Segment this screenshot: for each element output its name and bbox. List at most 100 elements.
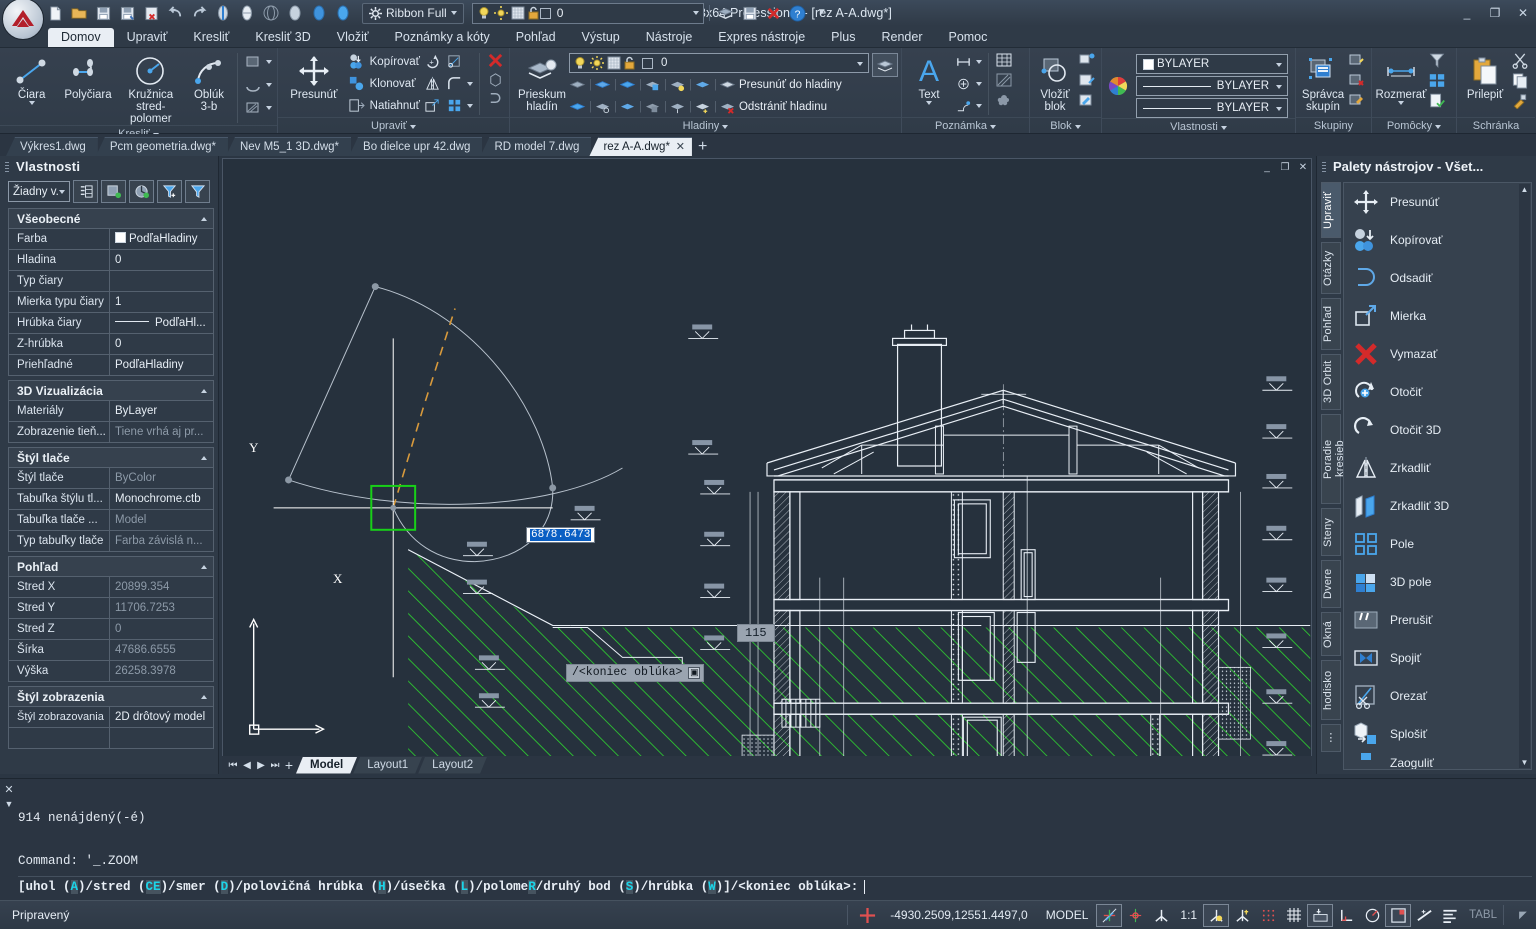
document-tab-4[interactable]: RD model 7.dwg xyxy=(480,137,591,156)
palette-tab-pohlad[interactable]: Pohľad xyxy=(1321,298,1341,350)
command-input[interactable]: [uhol (A)/stred (CE)/smer (D)/polovičná … xyxy=(18,876,1532,896)
chevron-down-icon[interactable] xyxy=(467,82,473,86)
dimension-icon[interactable] xyxy=(954,53,972,71)
property-group-header[interactable]: Štýl tlače xyxy=(8,447,214,468)
palette-item-mirror3d[interactable]: Zrkadliť 3D xyxy=(1344,487,1531,525)
panel-title-layers[interactable]: Hladiny xyxy=(510,117,901,133)
chevron-up-icon[interactable] xyxy=(201,217,207,221)
prompt-expand-key-icon[interactable]: ▣ xyxy=(688,667,700,679)
ribbon-tab-upravit[interactable]: Upraviť xyxy=(114,28,181,47)
group-manager-button[interactable]: Správca skupín xyxy=(1301,51,1345,113)
ribbon-tab-expres[interactable]: Expres nástroje xyxy=(705,28,818,47)
status-overflow-icon[interactable]: ◤ xyxy=(1510,904,1536,927)
palette-tab-dvere[interactable]: Dvere xyxy=(1321,560,1341,608)
tab-layout2[interactable]: Layout2 xyxy=(418,757,487,774)
minimize-button[interactable]: _ xyxy=(1460,6,1474,20)
ribbon-tab-domov[interactable]: Domov xyxy=(48,28,114,47)
chevron-down-icon[interactable] xyxy=(976,104,982,108)
new-document-button[interactable]: + xyxy=(698,137,707,156)
arc-button[interactable]: Oblúk 3-b xyxy=(187,51,231,113)
chevron-down-icon[interactable] xyxy=(1398,101,1404,105)
chevron-up-icon[interactable] xyxy=(201,565,207,569)
layer-merge-icon[interactable] xyxy=(644,98,662,116)
chevron-down-icon[interactable] xyxy=(29,101,35,105)
ribbon-tab-poznamky[interactable]: Poznámky a kóty xyxy=(382,28,503,47)
match-properties-icon[interactable] xyxy=(1511,91,1529,109)
filter-icon[interactable] xyxy=(185,180,210,203)
palette-item-scale[interactable]: Mierka xyxy=(1344,297,1531,335)
palette-item-copy[interactable]: Kopírovať xyxy=(1344,221,1531,259)
otrack-icon[interactable] xyxy=(1203,904,1229,927)
prev-layout-button[interactable]: ◀ xyxy=(240,760,254,771)
leader-icon[interactable] xyxy=(954,97,972,115)
move-button[interactable]: Presunúť xyxy=(283,51,345,101)
edit-block-icon[interactable] xyxy=(1078,71,1096,89)
chevron-down-icon[interactable] xyxy=(266,60,272,64)
palette-tab-poradie-kresieb[interactable]: Poradie kresieb xyxy=(1321,414,1341,504)
panel-title-utilities[interactable]: Pomôcky xyxy=(1372,117,1456,133)
panel-title-annotation[interactable]: Poznámka xyxy=(902,117,1029,133)
palette-tab-okna[interactable]: Okná xyxy=(1321,612,1341,656)
ortho-icon[interactable] xyxy=(1333,904,1359,927)
palette-item-array3d[interactable]: 3D pole xyxy=(1344,563,1531,601)
palette-tab-overflow[interactable]: ⋮ xyxy=(1321,724,1341,752)
close-button[interactable]: ✕ xyxy=(1516,6,1530,20)
document-tab-3[interactable]: Bo dielce upr 42.dwg xyxy=(349,137,482,156)
ribbon-tab-kreslit-3d[interactable]: Kresliť 3D xyxy=(242,28,323,47)
open-icon[interactable] xyxy=(68,3,90,23)
chevron-down-icon[interactable] xyxy=(451,11,457,15)
chevron-up-icon[interactable] xyxy=(201,456,207,460)
delete-icon[interactable] xyxy=(763,3,785,23)
linetype-combo[interactable]: BYLAYER xyxy=(1136,76,1288,96)
layer-freeze-icon[interactable] xyxy=(619,76,637,94)
palette-tab-steny[interactable]: Steny xyxy=(1321,508,1341,556)
dock-grip[interactable] xyxy=(5,162,9,173)
palette-item-fillet[interactable]: Zaoguliť xyxy=(1344,753,1531,770)
text-button[interactable]: A Text xyxy=(907,51,951,105)
scroll-down-icon[interactable]: ▼ xyxy=(1519,757,1530,768)
grid-utility-icon[interactable] xyxy=(1428,71,1446,89)
close-drawing-icon[interactable] xyxy=(140,3,162,23)
render-view-3-icon[interactable] xyxy=(260,3,282,23)
chevron-up-icon[interactable] xyxy=(201,389,207,393)
chevron-down-icon[interactable] xyxy=(926,101,932,105)
palette-item-mirror[interactable]: Zrkadliť xyxy=(1344,449,1531,487)
chevron-down-icon[interactable] xyxy=(693,11,699,15)
panel-title-modify[interactable]: Upraviť xyxy=(278,117,509,133)
command-expand-icon[interactable]: ▼ xyxy=(3,799,15,809)
drawing-canvas-container[interactable]: _ ❐ ✕ xyxy=(222,158,1312,772)
command-close-icon[interactable]: ✕ xyxy=(3,783,15,796)
layer-explore-button[interactable]: Prieskum hladín xyxy=(518,51,566,113)
property-group-header[interactable]: Pohľad xyxy=(8,556,214,577)
coordinate-display[interactable]: -4930.2509,12551.4497,0 xyxy=(880,908,1037,922)
chevron-down-icon[interactable] xyxy=(976,82,982,86)
palette-item-array[interactable]: Pole xyxy=(1344,525,1531,563)
document-tab-1[interactable]: Pcm geometria.dwg* xyxy=(96,137,228,156)
chevron-down-icon[interactable] xyxy=(467,104,473,108)
plot-icon[interactable] xyxy=(739,3,761,23)
palette-tab-hodisko[interactable]: hodisko xyxy=(1321,660,1341,720)
architectural-section-drawing[interactable] xyxy=(223,159,1311,771)
revcloud-icon[interactable] xyxy=(995,91,1013,109)
ribbon-tab-pomoc[interactable]: Pomoc xyxy=(935,28,1000,47)
new-icon[interactable] xyxy=(44,3,66,23)
stretch-button[interactable]: Natiahnuť xyxy=(348,95,420,116)
layer-lock-icon[interactable] xyxy=(644,76,662,94)
panel-title-clipboard[interactable]: Schránka xyxy=(1457,117,1535,133)
layer-combo[interactable]: 0 xyxy=(569,53,869,73)
redo-icon[interactable] xyxy=(188,3,210,23)
move-to-layer-icon[interactable] xyxy=(719,76,737,94)
selection-filter-combo[interactable]: Žiadny v. xyxy=(8,181,70,202)
hatch-icon[interactable] xyxy=(244,99,262,117)
chevron-down-icon[interactable] xyxy=(266,106,272,110)
quick-select-tree-icon[interactable] xyxy=(73,180,98,203)
property-group-header[interactable]: 3D Vizualizácia xyxy=(8,380,214,401)
hatch-annot-icon[interactable] xyxy=(995,71,1013,89)
save-as-icon[interactable] xyxy=(116,3,138,23)
help-icon[interactable]: ? xyxy=(787,3,809,23)
palette-item-erase[interactable]: Vymazať xyxy=(1344,335,1531,373)
ribbon-tab-plus[interactable]: Plus xyxy=(818,28,868,47)
palette-item-trim[interactable]: Orezať xyxy=(1344,677,1531,715)
chevron-down-icon[interactable] xyxy=(1276,85,1282,89)
next-layout-button[interactable]: ▶ xyxy=(254,760,268,771)
